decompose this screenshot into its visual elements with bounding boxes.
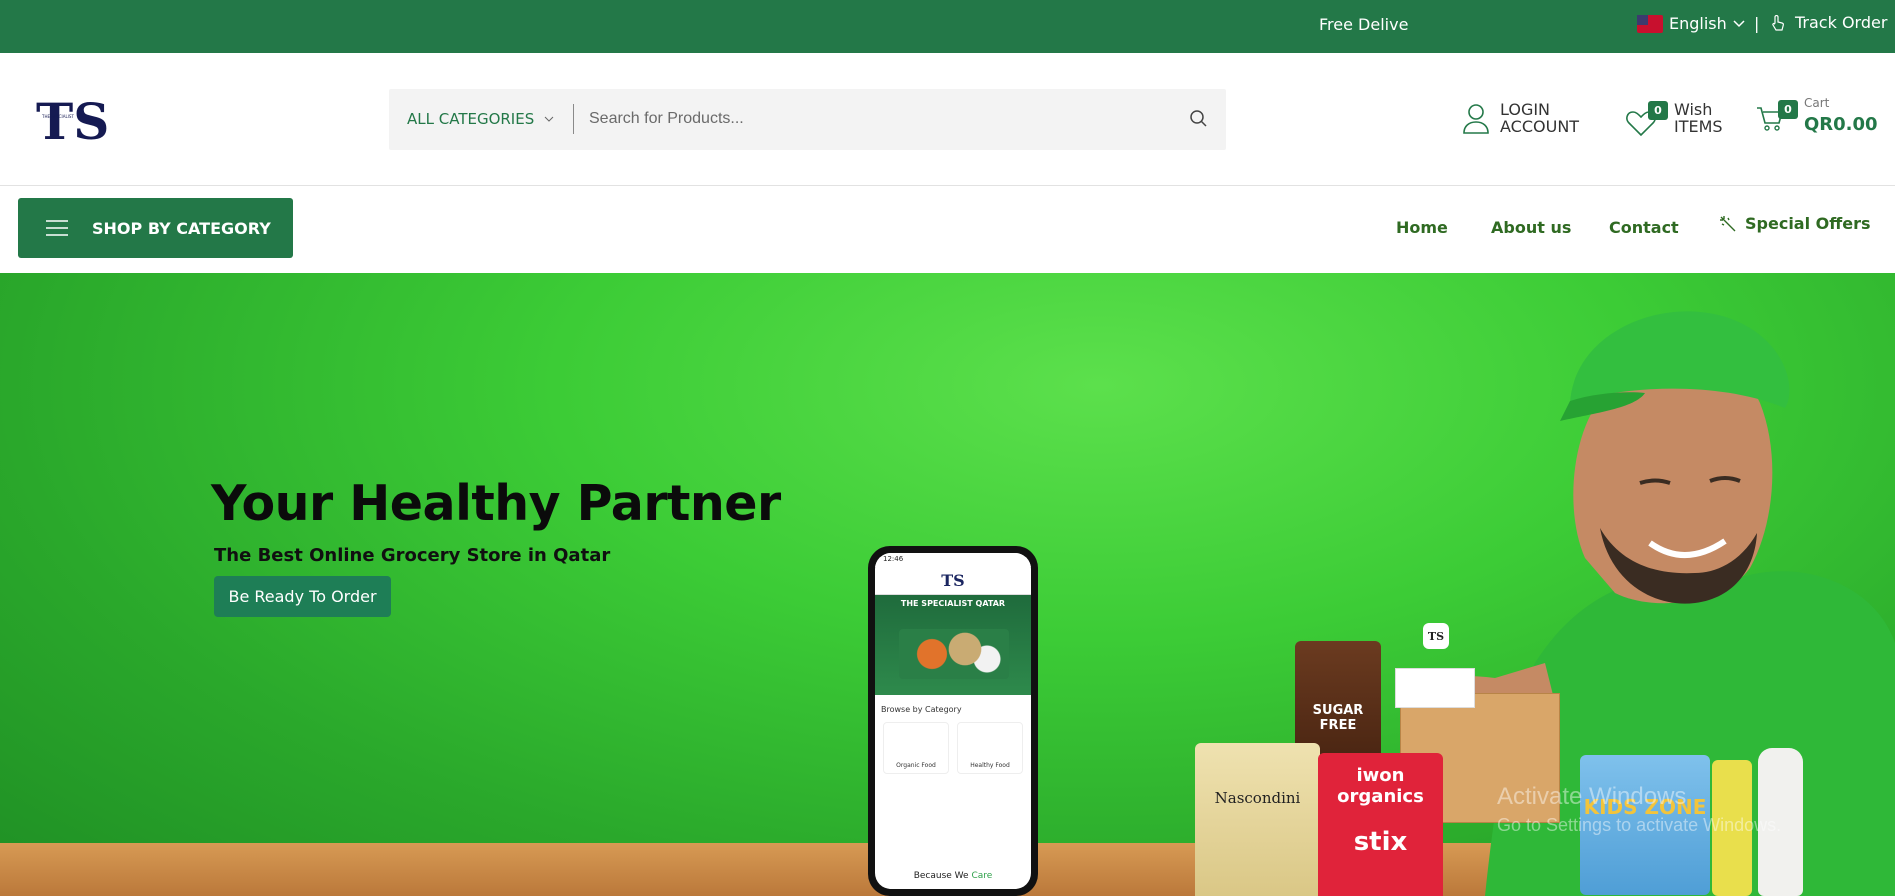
phone-status-bar: 12:46 bbox=[875, 553, 1031, 567]
track-order-link[interactable]: Track Order bbox=[1771, 13, 1887, 32]
watermark-line1: Activate Windows bbox=[1497, 783, 1687, 810]
account-label: ACCOUNT bbox=[1500, 117, 1580, 136]
ts-tag: TS bbox=[1423, 623, 1449, 649]
hero-subtitle: The Best Online Grocery Store in Qatar bbox=[214, 545, 611, 566]
phone-screen: 12:46 TS THE SPECIALIST QATAR Browse by … bbox=[875, 553, 1031, 889]
magic-wand-icon bbox=[1720, 215, 1736, 231]
site-logo[interactable]: TS THE SPECIALIST bbox=[34, 92, 110, 151]
special-offers-label: Special Offers bbox=[1745, 214, 1871, 233]
ts-logo-icon: TS THE SPECIALIST bbox=[36, 92, 109, 151]
login-account-link[interactable]: LOGIN ACCOUNT bbox=[1462, 101, 1579, 135]
iwon-stix-bag: iwon organics stix bbox=[1318, 753, 1443, 896]
nav-special-offers[interactable]: Special Offers bbox=[1719, 214, 1870, 233]
chevron-down-icon bbox=[1733, 19, 1745, 27]
chevron-down-icon bbox=[544, 116, 554, 122]
watermark-line2: Go to Settings to activate Windows. bbox=[1497, 815, 1782, 835]
phone-banner: THE SPECIALIST QATAR bbox=[875, 595, 1031, 695]
shop-by-category-button[interactable]: SHOP BY CATEGORY bbox=[18, 198, 293, 258]
phone-section-title: Browse by Category bbox=[881, 705, 962, 714]
promo-text: Free Delivery bbox=[1319, 15, 1409, 34]
main-nav: SHOP BY CATEGORY Home About us Contact S… bbox=[0, 186, 1895, 273]
items-label: ITEMS bbox=[1674, 117, 1723, 136]
search-icon[interactable] bbox=[1189, 109, 1209, 129]
ts-box bbox=[1395, 668, 1475, 708]
be-ready-to-order-button[interactable]: Be Ready To Order bbox=[214, 576, 391, 617]
wish-label: Wish bbox=[1674, 100, 1713, 119]
nascondini-biscuits: Nascondini bbox=[1195, 743, 1320, 896]
cart-count-badge: 0 bbox=[1778, 100, 1798, 119]
phone-footer-text: Because We Care bbox=[875, 871, 1031, 881]
phone-banner-food-image bbox=[899, 629, 1009, 679]
topbar-separator: | bbox=[1754, 14, 1760, 33]
language-label: English bbox=[1669, 14, 1727, 33]
cart-link[interactable]: 0 Cart QR0.00 bbox=[1756, 96, 1878, 135]
us-flag-icon bbox=[1637, 14, 1663, 33]
phone-category-row: Organic Food Healthy Food bbox=[875, 718, 1031, 778]
phone-banner-title: THE SPECIALIST QATAR bbox=[900, 599, 1006, 608]
iwon-label: iwon organics bbox=[1337, 765, 1424, 807]
windows-activation-watermark: Activate Windows Go to Settings to activ… bbox=[1497, 783, 1781, 836]
nav-contact[interactable]: Contact bbox=[1609, 218, 1679, 237]
login-label: LOGIN bbox=[1500, 100, 1551, 119]
cart-label: Cart bbox=[1804, 96, 1830, 110]
phone-footer-a: Because We bbox=[913, 871, 969, 881]
shop-by-category-label: SHOP BY CATEGORY bbox=[92, 218, 271, 238]
user-icon bbox=[1463, 104, 1489, 134]
hand-pointer-icon bbox=[1772, 14, 1784, 31]
hero-banner: Your Healthy Partner The Best Online Gro… bbox=[0, 273, 1895, 896]
wishlist-link[interactable]: 0 Wish ITEMS bbox=[1626, 100, 1723, 137]
search-divider bbox=[573, 104, 574, 134]
search-bar: ALL CATEGORIES bbox=[389, 89, 1226, 150]
phone-footer-b: Care bbox=[971, 871, 993, 881]
language-selector[interactable]: English bbox=[1637, 14, 1745, 33]
search-input[interactable] bbox=[589, 101, 1169, 137]
category-dropdown[interactable]: ALL CATEGORIES bbox=[407, 110, 554, 128]
hamburger-menu-icon bbox=[46, 220, 68, 236]
wishlist-count-badge: 0 bbox=[1648, 101, 1668, 120]
hero-title: Your Healthy Partner bbox=[211, 475, 781, 532]
top-bar: Free Delivery English | Track Order bbox=[0, 0, 1895, 53]
phone-category-card: Organic Food bbox=[883, 722, 949, 774]
nav-about-us[interactable]: About us bbox=[1491, 218, 1571, 237]
svg-text:TS: TS bbox=[36, 93, 109, 149]
site-header: TS THE SPECIALIST ALL CATEGORIES LOGIN A… bbox=[0, 53, 1895, 186]
svg-text:THE SPECIALIST: THE SPECIALIST bbox=[41, 114, 74, 119]
phone-mockup: 12:46 TS THE SPECIALIST QATAR Browse by … bbox=[868, 546, 1038, 896]
track-order-label: Track Order bbox=[1795, 13, 1888, 32]
category-dropdown-label: ALL CATEGORIES bbox=[407, 110, 535, 128]
nav-home[interactable]: Home bbox=[1396, 218, 1448, 237]
stix-label: stix bbox=[1353, 827, 1408, 857]
promo-marquee: Free Delivery bbox=[1313, 15, 1409, 34]
phone-category-card: Healthy Food bbox=[957, 722, 1023, 774]
cart-total: QR0.00 bbox=[1804, 114, 1878, 135]
phone-logo: TS bbox=[875, 567, 1031, 595]
